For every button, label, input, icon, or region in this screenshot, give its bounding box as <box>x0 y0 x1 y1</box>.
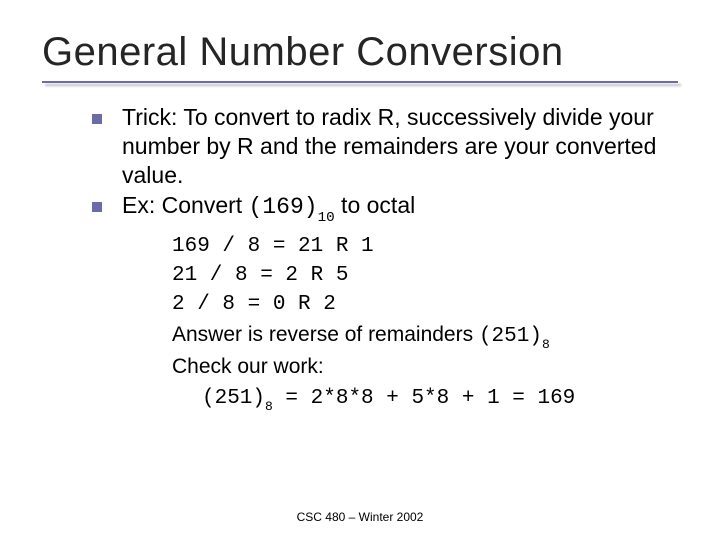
example-value: (169) <box>249 194 318 220</box>
example-suffix: to octal <box>335 192 416 218</box>
bullet-icon <box>92 202 102 212</box>
answer-subscript: 8 <box>542 337 550 352</box>
example-subscript: 10 <box>318 210 335 226</box>
bullet-item-example: Ex: Convert (169)10 to octal <box>92 191 668 225</box>
answer-prefix: Answer is reverse of remainders <box>172 323 479 346</box>
bullet-icon <box>92 114 102 124</box>
check-expression: = 2*8*8 + 5*8 + 1 = 169 <box>273 387 575 410</box>
example-prefix: Ex: Convert <box>122 192 249 218</box>
title-underline <box>42 81 678 83</box>
calc-line-2: 21 / 8 = 2 R 5 <box>172 261 668 290</box>
bullet-text-trick: Trick: To convert to radix R, successive… <box>122 103 668 189</box>
answer-value: (251) <box>479 325 542 348</box>
check-line: (251)8 = 2*8*8 + 5*8 + 1 = 169 <box>202 382 668 414</box>
check-label: Check our work: <box>172 352 668 381</box>
slide-footer: CSC 480 – Winter 2002 <box>0 510 720 524</box>
check-value: (251) <box>202 387 265 410</box>
bullet-item-trick: Trick: To convert to radix R, successive… <box>92 103 668 189</box>
calc-line-1: 169 / 8 = 21 R 1 <box>172 232 668 261</box>
check-subscript: 8 <box>265 399 273 414</box>
slide-body: Trick: To convert to radix R, successive… <box>42 103 678 414</box>
calculation-block: 169 / 8 = 21 R 1 21 / 8 = 2 R 5 2 / 8 = … <box>172 232 668 414</box>
answer-line: Answer is reverse of remainders (251)8 <box>172 320 668 352</box>
bullet-text-example: Ex: Convert (169)10 to octal <box>122 191 415 225</box>
slide: General Number Conversion Trick: To conv… <box>0 0 720 540</box>
slide-title: General Number Conversion <box>42 30 678 75</box>
calc-line-3: 2 / 8 = 0 R 2 <box>172 290 668 319</box>
